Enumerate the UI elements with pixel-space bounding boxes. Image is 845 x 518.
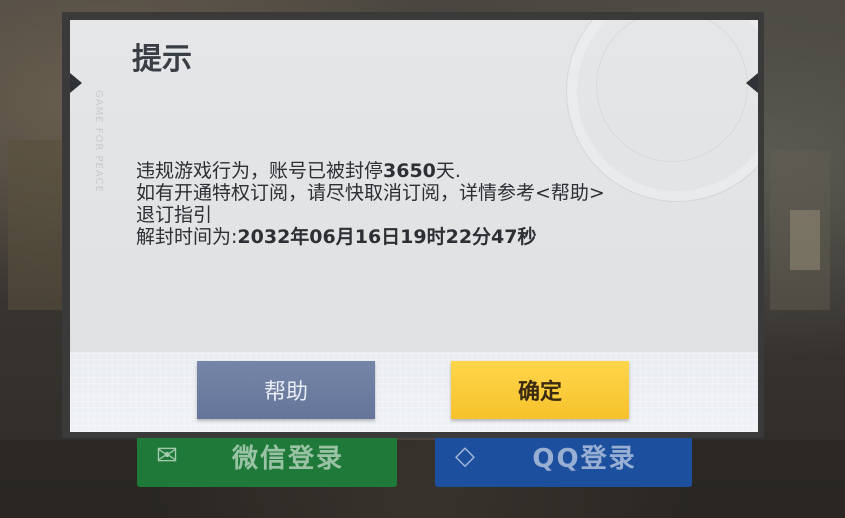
background-ground	[0, 440, 845, 518]
corner-ornament-left	[70, 73, 82, 93]
help-button[interactable]: 帮助	[197, 361, 375, 419]
message-line-2: 如有开通特权订阅，请尽快取消订阅，详情参考<帮助>	[136, 182, 605, 204]
background-structure	[8, 140, 68, 310]
wechat-login-label: 微信登录	[231, 443, 344, 474]
message-line-3: 退订指引	[136, 204, 213, 226]
button-area	[70, 352, 758, 432]
ban-text: 违规游戏行为，账号已被封停	[136, 160, 384, 182]
confirm-button[interactable]: 确定	[451, 361, 629, 419]
unban-time: 2032年06月16日19时22分47秒	[237, 226, 537, 248]
watermark-text: GAME FOR PEACE	[93, 90, 104, 193]
background-sign	[790, 210, 820, 270]
dialog-message: 违规游戏行为，账号已被封停3650天. 如有开通特权订阅，请尽快取消订阅，详情参…	[136, 160, 736, 248]
dialog-title: 提示	[132, 42, 192, 77]
message-line-1: 违规游戏行为，账号已被封停3650天.	[136, 160, 736, 182]
ban-days-unit: 天.	[435, 160, 461, 182]
notice-dialog: GAME FOR PEACE 提示 违规游戏行为，账号已被封停3650天. 如有…	[70, 20, 758, 432]
corner-ornament-right	[746, 73, 758, 93]
ban-days: 3650	[383, 160, 436, 182]
unban-label: 解封时间为:	[136, 226, 238, 248]
message-line-4: 解封时间为:2032年06月16日19时22分47秒	[136, 226, 736, 248]
qq-login-label: QQ登录	[532, 443, 637, 474]
